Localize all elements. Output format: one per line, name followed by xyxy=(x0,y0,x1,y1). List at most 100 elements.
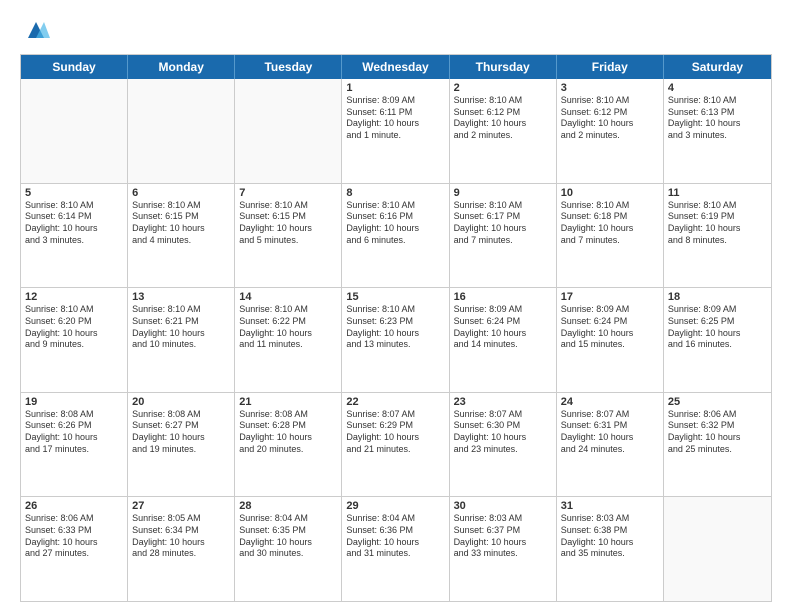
calendar-row: 1Sunrise: 8:09 AM Sunset: 6:11 PM Daylig… xyxy=(21,79,771,183)
day-number: 13 xyxy=(132,291,230,303)
day-info: Sunrise: 8:09 AM Sunset: 6:24 PM Dayligh… xyxy=(454,304,552,351)
day-info: Sunrise: 8:10 AM Sunset: 6:19 PM Dayligh… xyxy=(668,200,767,247)
day-info: Sunrise: 8:10 AM Sunset: 6:14 PM Dayligh… xyxy=(25,200,123,247)
calendar-cell: 23Sunrise: 8:07 AM Sunset: 6:30 PM Dayli… xyxy=(450,393,557,497)
calendar-cell: 30Sunrise: 8:03 AM Sunset: 6:37 PM Dayli… xyxy=(450,497,557,601)
day-number: 14 xyxy=(239,291,337,303)
day-info: Sunrise: 8:06 AM Sunset: 6:33 PM Dayligh… xyxy=(25,513,123,560)
day-info: Sunrise: 8:10 AM Sunset: 6:15 PM Dayligh… xyxy=(239,200,337,247)
logo xyxy=(20,16,50,44)
day-info: Sunrise: 8:10 AM Sunset: 6:21 PM Dayligh… xyxy=(132,304,230,351)
logo-icon xyxy=(22,16,50,44)
day-info: Sunrise: 8:10 AM Sunset: 6:20 PM Dayligh… xyxy=(25,304,123,351)
calendar-page: SundayMondayTuesdayWednesdayThursdayFrid… xyxy=(0,0,792,612)
calendar-cell: 26Sunrise: 8:06 AM Sunset: 6:33 PM Dayli… xyxy=(21,497,128,601)
day-info: Sunrise: 8:07 AM Sunset: 6:31 PM Dayligh… xyxy=(561,409,659,456)
day-number: 9 xyxy=(454,187,552,199)
calendar-row: 5Sunrise: 8:10 AM Sunset: 6:14 PM Daylig… xyxy=(21,183,771,288)
day-number: 20 xyxy=(132,396,230,408)
header xyxy=(20,16,772,44)
day-number: 10 xyxy=(561,187,659,199)
day-info: Sunrise: 8:09 AM Sunset: 6:11 PM Dayligh… xyxy=(346,95,444,142)
calendar-cell: 16Sunrise: 8:09 AM Sunset: 6:24 PM Dayli… xyxy=(450,288,557,392)
day-info: Sunrise: 8:07 AM Sunset: 6:29 PM Dayligh… xyxy=(346,409,444,456)
calendar-cell: 18Sunrise: 8:09 AM Sunset: 6:25 PM Dayli… xyxy=(664,288,771,392)
weekday-header: Wednesday xyxy=(342,55,449,79)
calendar-cell: 9Sunrise: 8:10 AM Sunset: 6:17 PM Daylig… xyxy=(450,184,557,288)
calendar-row: 19Sunrise: 8:08 AM Sunset: 6:26 PM Dayli… xyxy=(21,392,771,497)
calendar-cell: 4Sunrise: 8:10 AM Sunset: 6:13 PM Daylig… xyxy=(664,79,771,183)
day-number: 3 xyxy=(561,82,659,94)
day-number: 5 xyxy=(25,187,123,199)
weekday-header: Sunday xyxy=(21,55,128,79)
day-number: 26 xyxy=(25,500,123,512)
weekday-header: Saturday xyxy=(664,55,771,79)
calendar-cell: 5Sunrise: 8:10 AM Sunset: 6:14 PM Daylig… xyxy=(21,184,128,288)
calendar-cell: 25Sunrise: 8:06 AM Sunset: 6:32 PM Dayli… xyxy=(664,393,771,497)
calendar-cell: 17Sunrise: 8:09 AM Sunset: 6:24 PM Dayli… xyxy=(557,288,664,392)
day-info: Sunrise: 8:03 AM Sunset: 6:38 PM Dayligh… xyxy=(561,513,659,560)
day-info: Sunrise: 8:10 AM Sunset: 6:22 PM Dayligh… xyxy=(239,304,337,351)
day-info: Sunrise: 8:10 AM Sunset: 6:16 PM Dayligh… xyxy=(346,200,444,247)
day-number: 2 xyxy=(454,82,552,94)
day-info: Sunrise: 8:09 AM Sunset: 6:25 PM Dayligh… xyxy=(668,304,767,351)
calendar-body: 1Sunrise: 8:09 AM Sunset: 6:11 PM Daylig… xyxy=(21,79,771,601)
day-info: Sunrise: 8:03 AM Sunset: 6:37 PM Dayligh… xyxy=(454,513,552,560)
day-number: 11 xyxy=(668,187,767,199)
day-info: Sunrise: 8:07 AM Sunset: 6:30 PM Dayligh… xyxy=(454,409,552,456)
day-number: 30 xyxy=(454,500,552,512)
weekday-header: Tuesday xyxy=(235,55,342,79)
day-number: 4 xyxy=(668,82,767,94)
day-info: Sunrise: 8:10 AM Sunset: 6:12 PM Dayligh… xyxy=(454,95,552,142)
calendar-cell: 29Sunrise: 8:04 AM Sunset: 6:36 PM Dayli… xyxy=(342,497,449,601)
calendar-cell: 3Sunrise: 8:10 AM Sunset: 6:12 PM Daylig… xyxy=(557,79,664,183)
day-number: 6 xyxy=(132,187,230,199)
day-number: 17 xyxy=(561,291,659,303)
day-number: 25 xyxy=(668,396,767,408)
calendar-row: 26Sunrise: 8:06 AM Sunset: 6:33 PM Dayli… xyxy=(21,496,771,601)
day-info: Sunrise: 8:10 AM Sunset: 6:17 PM Dayligh… xyxy=(454,200,552,247)
calendar-cell: 24Sunrise: 8:07 AM Sunset: 6:31 PM Dayli… xyxy=(557,393,664,497)
calendar-row: 12Sunrise: 8:10 AM Sunset: 6:20 PM Dayli… xyxy=(21,287,771,392)
calendar-cell: 22Sunrise: 8:07 AM Sunset: 6:29 PM Dayli… xyxy=(342,393,449,497)
day-number: 28 xyxy=(239,500,337,512)
weekday-header: Monday xyxy=(128,55,235,79)
calendar-cell xyxy=(21,79,128,183)
day-info: Sunrise: 8:10 AM Sunset: 6:23 PM Dayligh… xyxy=(346,304,444,351)
day-info: Sunrise: 8:04 AM Sunset: 6:35 PM Dayligh… xyxy=(239,513,337,560)
calendar-cell: 19Sunrise: 8:08 AM Sunset: 6:26 PM Dayli… xyxy=(21,393,128,497)
calendar-header: SundayMondayTuesdayWednesdayThursdayFrid… xyxy=(21,55,771,79)
day-info: Sunrise: 8:10 AM Sunset: 6:18 PM Dayligh… xyxy=(561,200,659,247)
calendar-cell: 28Sunrise: 8:04 AM Sunset: 6:35 PM Dayli… xyxy=(235,497,342,601)
day-info: Sunrise: 8:08 AM Sunset: 6:27 PM Dayligh… xyxy=(132,409,230,456)
day-number: 29 xyxy=(346,500,444,512)
day-info: Sunrise: 8:05 AM Sunset: 6:34 PM Dayligh… xyxy=(132,513,230,560)
day-info: Sunrise: 8:10 AM Sunset: 6:12 PM Dayligh… xyxy=(561,95,659,142)
calendar-cell: 21Sunrise: 8:08 AM Sunset: 6:28 PM Dayli… xyxy=(235,393,342,497)
day-info: Sunrise: 8:09 AM Sunset: 6:24 PM Dayligh… xyxy=(561,304,659,351)
weekday-header: Thursday xyxy=(450,55,557,79)
calendar-cell: 15Sunrise: 8:10 AM Sunset: 6:23 PM Dayli… xyxy=(342,288,449,392)
calendar-cell: 7Sunrise: 8:10 AM Sunset: 6:15 PM Daylig… xyxy=(235,184,342,288)
day-info: Sunrise: 8:10 AM Sunset: 6:15 PM Dayligh… xyxy=(132,200,230,247)
day-info: Sunrise: 8:10 AM Sunset: 6:13 PM Dayligh… xyxy=(668,95,767,142)
calendar-cell: 27Sunrise: 8:05 AM Sunset: 6:34 PM Dayli… xyxy=(128,497,235,601)
calendar-cell xyxy=(235,79,342,183)
calendar-cell: 31Sunrise: 8:03 AM Sunset: 6:38 PM Dayli… xyxy=(557,497,664,601)
day-number: 1 xyxy=(346,82,444,94)
day-info: Sunrise: 8:08 AM Sunset: 6:26 PM Dayligh… xyxy=(25,409,123,456)
day-number: 12 xyxy=(25,291,123,303)
calendar-cell: 13Sunrise: 8:10 AM Sunset: 6:21 PM Dayli… xyxy=(128,288,235,392)
calendar-cell: 8Sunrise: 8:10 AM Sunset: 6:16 PM Daylig… xyxy=(342,184,449,288)
calendar-cell: 20Sunrise: 8:08 AM Sunset: 6:27 PM Dayli… xyxy=(128,393,235,497)
day-info: Sunrise: 8:08 AM Sunset: 6:28 PM Dayligh… xyxy=(239,409,337,456)
day-number: 18 xyxy=(668,291,767,303)
calendar-cell: 12Sunrise: 8:10 AM Sunset: 6:20 PM Dayli… xyxy=(21,288,128,392)
day-number: 19 xyxy=(25,396,123,408)
calendar-cell: 6Sunrise: 8:10 AM Sunset: 6:15 PM Daylig… xyxy=(128,184,235,288)
calendar-cell: 10Sunrise: 8:10 AM Sunset: 6:18 PM Dayli… xyxy=(557,184,664,288)
day-number: 22 xyxy=(346,396,444,408)
day-number: 7 xyxy=(239,187,337,199)
day-number: 21 xyxy=(239,396,337,408)
calendar-cell: 2Sunrise: 8:10 AM Sunset: 6:12 PM Daylig… xyxy=(450,79,557,183)
